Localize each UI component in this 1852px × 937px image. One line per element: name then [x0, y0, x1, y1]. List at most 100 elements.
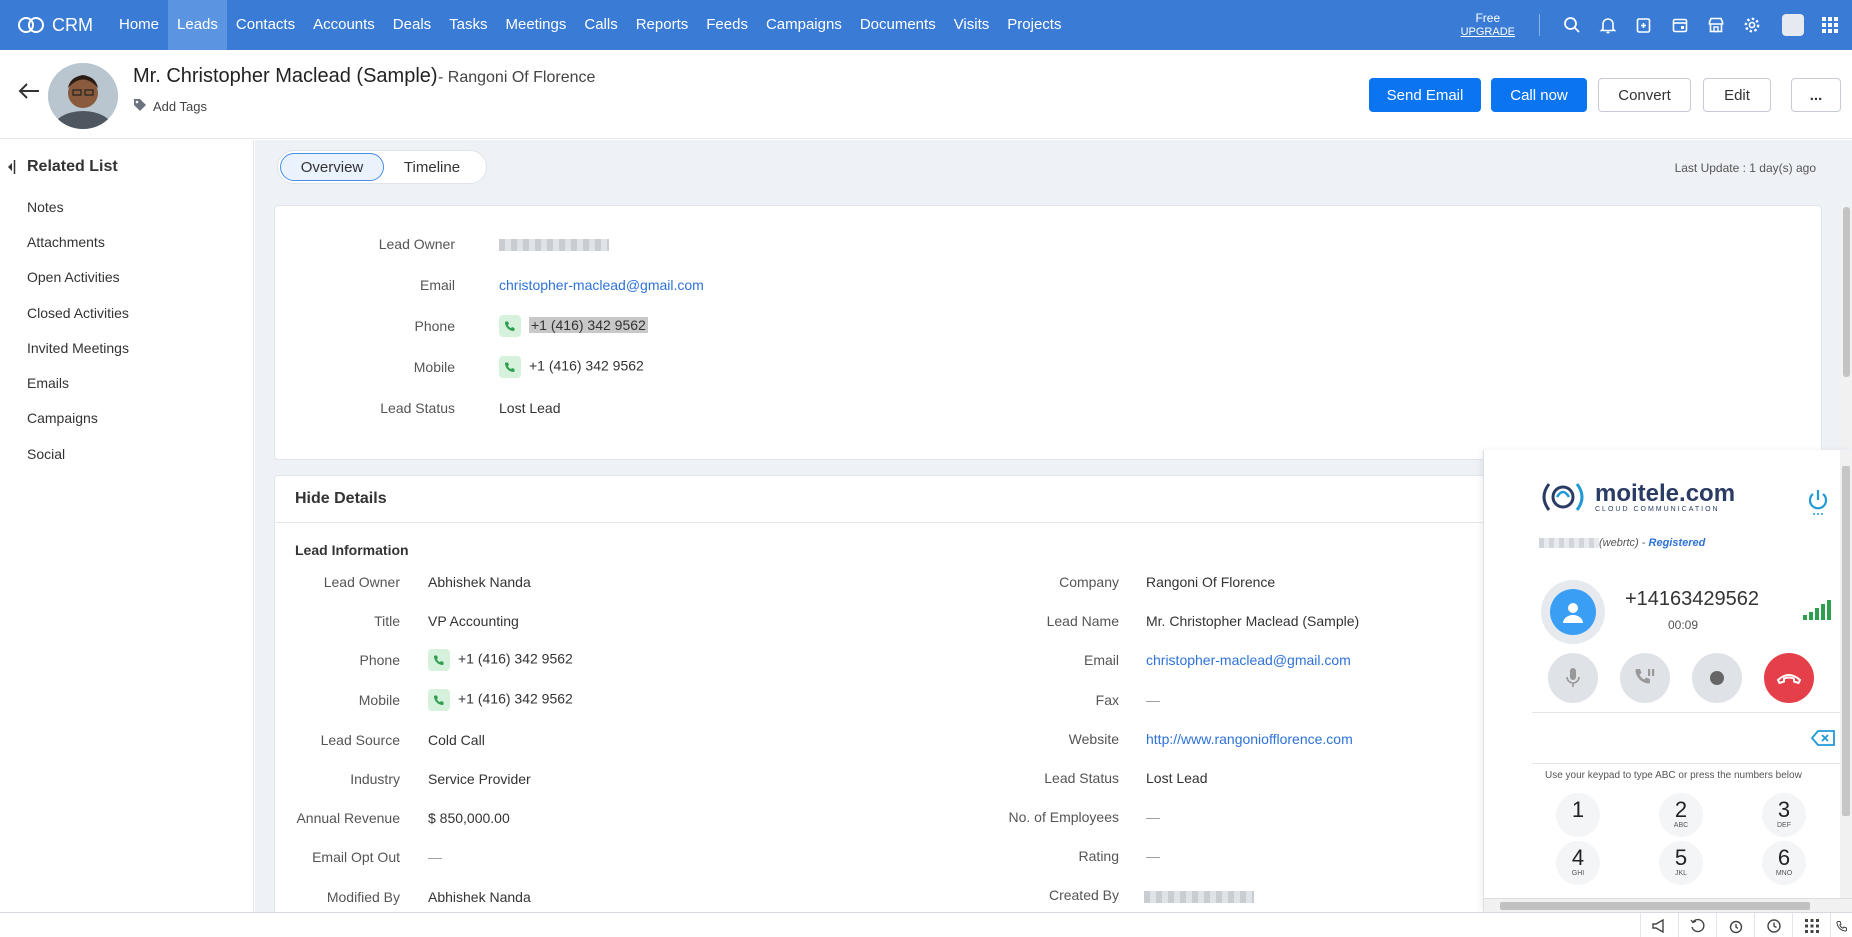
add-tags[interactable]: Add Tags: [133, 98, 207, 115]
detail-mobile-call-icon[interactable]: [428, 689, 450, 711]
nav-item-meetings[interactable]: Meetings: [497, 0, 576, 50]
summary-lead-status-value: Lost Lead: [499, 400, 561, 416]
hide-details-toggle[interactable]: Hide Details: [295, 490, 387, 508]
detail-label-industry: Industry: [350, 771, 400, 787]
nav-item-deals[interactable]: Deals: [384, 0, 440, 50]
marketplace-icon[interactable]: [1698, 0, 1734, 50]
dial-key-3-letters: DEF: [1777, 822, 1791, 829]
phone-widget-icon[interactable]: [1830, 913, 1852, 937]
backspace-icon[interactable]: [1810, 729, 1836, 750]
summary-mobile-label: Mobile: [413, 359, 455, 375]
convert-button[interactable]: Convert: [1598, 78, 1691, 112]
detail-value-title: VP Accounting: [428, 613, 519, 629]
mobile-call-icon[interactable]: [499, 356, 521, 378]
nav-item-home[interactable]: Home: [110, 0, 168, 50]
tab-timeline[interactable]: Timeline: [384, 153, 480, 181]
calendar-icon[interactable]: [1662, 0, 1698, 50]
summary-mobile-value[interactable]: +1 (416) 342 9562: [529, 358, 644, 374]
detail-value-website[interactable]: http://www.rangoniofflorence.com: [1146, 731, 1353, 747]
detail-label-annual-revenue: Annual Revenue: [296, 810, 400, 826]
recent-items-icon[interactable]: [1678, 913, 1716, 937]
nav-item-campaigns[interactable]: Campaigns: [757, 0, 851, 50]
related-list-campaigns[interactable]: Campaigns: [27, 410, 98, 426]
moitele-logo: moitele.com CLOUD COMMUNICATION: [1537, 478, 1735, 516]
softphone-vertical-thumb[interactable]: [1842, 466, 1850, 816]
crm-logo-icon: [18, 17, 44, 33]
apps-grid-icon[interactable]: [1812, 0, 1848, 50]
nav-item-calls[interactable]: Calls: [575, 0, 626, 50]
dial-key-3[interactable]: 3 DEF: [1762, 793, 1806, 837]
softphone-horizontal-thumb[interactable]: [1500, 902, 1810, 910]
dial-key-5[interactable]: 5 JKL: [1659, 841, 1703, 885]
nav-item-reports[interactable]: Reports: [627, 0, 698, 50]
summary-lead-owner-label: Lead Owner: [378, 236, 455, 252]
main-scrollbar[interactable]: [1840, 207, 1852, 447]
moitele-logo-icon: [1542, 483, 1584, 511]
bell-icon[interactable]: [1590, 0, 1626, 50]
top-nav: CRM Home Leads Contacts Accounts Deals T…: [0, 0, 1852, 50]
announcement-icon[interactable]: [1640, 913, 1678, 937]
add-note-icon[interactable]: [1626, 0, 1662, 50]
collapse-sidebar-icon[interactable]: [6, 159, 16, 178]
avatar[interactable]: [1782, 14, 1804, 36]
send-email-button[interactable]: Send Email: [1369, 78, 1481, 112]
alarm-clock-icon[interactable]: [1716, 913, 1754, 937]
detail-value-phone[interactable]: +1 (416) 342 9562: [458, 651, 573, 667]
nav-item-accounts[interactable]: Accounts: [304, 0, 384, 50]
end-call-button[interactable]: [1764, 653, 1814, 703]
nav-item-projects[interactable]: Projects: [998, 0, 1070, 50]
signal-strength-icon: [1802, 600, 1832, 623]
power-icon[interactable]: [1806, 488, 1830, 519]
detail-label-phone: Phone: [359, 652, 400, 668]
detail-label-mobile: Mobile: [358, 692, 400, 708]
summary-phone-value[interactable]: +1 (416) 342 9562: [529, 316, 648, 333]
mute-button[interactable]: [1548, 653, 1598, 703]
edit-button[interactable]: Edit: [1703, 78, 1771, 112]
dial-key-2[interactable]: 2 ABC: [1659, 793, 1703, 837]
related-list-open-activities[interactable]: Open Activities: [27, 269, 120, 285]
phone-call-icon[interactable]: [499, 315, 521, 337]
search-icon[interactable]: [1554, 0, 1590, 50]
detail-value-mobile[interactable]: +1 (416) 342 9562: [458, 691, 573, 707]
detail-value-lead-owner: Abhishek Nanda: [428, 574, 531, 590]
gear-icon[interactable]: [1734, 0, 1770, 50]
nav-item-contacts[interactable]: Contacts: [227, 0, 304, 50]
softphone-horizontal-scrollbar[interactable]: [1484, 898, 1852, 912]
record-button[interactable]: [1692, 653, 1742, 703]
related-list-closed-activities[interactable]: Closed Activities: [27, 305, 129, 321]
back-arrow-icon[interactable]: [18, 83, 40, 102]
call-now-button[interactable]: Call now: [1491, 78, 1587, 112]
lead-photo: [48, 63, 118, 129]
nav-item-tasks[interactable]: Tasks: [440, 0, 496, 50]
call-timer: 00:09: [1668, 618, 1699, 632]
dial-key-1[interactable]: 1: [1556, 793, 1600, 837]
hold-button[interactable]: [1620, 653, 1670, 703]
dialpad-grid-icon[interactable]: [1792, 913, 1830, 937]
more-options-button[interactable]: ...: [1791, 78, 1841, 112]
crm-logo[interactable]: CRM: [0, 15, 110, 36]
nav-item-documents[interactable]: Documents: [851, 0, 945, 50]
detail-phone-call-icon[interactable]: [428, 649, 450, 671]
tab-overview[interactable]: Overview: [280, 153, 384, 181]
softphone-vertical-scrollbar[interactable]: [1840, 450, 1852, 898]
detail-value-email[interactable]: christopher-maclead@gmail.com: [1146, 652, 1351, 668]
dial-key-4-digit: 4: [1571, 845, 1585, 870]
related-list-notes[interactable]: Notes: [27, 199, 64, 215]
dialpad-input[interactable]: [1532, 712, 1842, 764]
user-icon: [1550, 589, 1596, 635]
app-name: CRM: [52, 14, 93, 35]
upgrade-link[interactable]: UPGRADE: [1461, 25, 1515, 39]
dial-key-4[interactable]: 4 GHI: [1556, 841, 1600, 885]
registration-suffix: (webrtc) -: [1599, 537, 1646, 549]
related-list-attachments[interactable]: Attachments: [27, 234, 105, 250]
summary-email-value[interactable]: christopher-maclead@gmail.com: [499, 277, 704, 293]
related-list-invited-meetings[interactable]: Invited Meetings: [27, 340, 129, 356]
nav-item-leads[interactable]: Leads: [168, 0, 227, 50]
related-list-emails[interactable]: Emails: [27, 375, 69, 391]
related-list-social[interactable]: Social: [27, 446, 65, 462]
history-icon[interactable]: [1754, 913, 1792, 937]
nav-item-visits[interactable]: Visits: [945, 0, 999, 50]
dial-key-6[interactable]: 6 MNO: [1762, 841, 1806, 885]
main-scroll-thumb[interactable]: [1843, 207, 1850, 377]
nav-item-feeds[interactable]: Feeds: [697, 0, 757, 50]
